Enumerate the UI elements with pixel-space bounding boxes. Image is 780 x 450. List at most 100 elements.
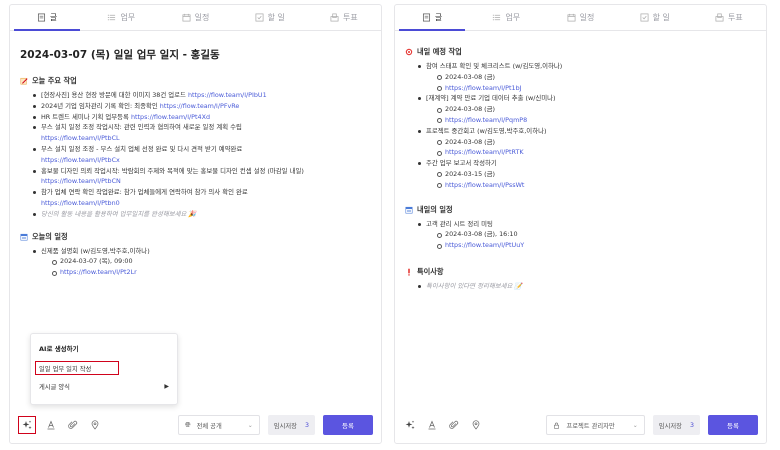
editor-toolbar: 🌐︎ 전체 공개 ⌄ 임시저장 3 등록 — [10, 407, 381, 443]
tab-post[interactable]: 글 — [395, 5, 469, 31]
tab-schedule[interactable]: 일정 — [543, 5, 617, 30]
sub-item-date: 2024-03-15 (금) — [436, 169, 756, 180]
exclamation-icon — [408, 268, 410, 276]
section-title-text: 내일의 일정 — [417, 204, 453, 214]
schedule-link[interactable]: https://flow.team/l/PtUuY — [445, 241, 524, 249]
sub-list: 2024-03-08 (금) https://flow.team/l/PqmP8 — [436, 104, 756, 126]
section-title-text: 내일 예정 작업 — [417, 47, 462, 56]
paperclip-icon — [449, 420, 459, 429]
memo-icon — [20, 77, 28, 85]
task-link[interactable]: https://flow.team/l/PqmP8 — [445, 116, 527, 124]
notes-list: 특이사항이 있다면 정리해보세요 📝 — [417, 281, 756, 292]
section-tomorrow-tasks: 내일 예정 작업 참여 스태프 확인 및 체크리스트 (w/김도영,이하나) 2… — [405, 47, 756, 191]
section-title-text: 오늘 주요 작업 — [32, 76, 77, 85]
task-link[interactable]: https://flow.team/l/PIbU1 — [188, 91, 267, 99]
list-item-text: 신제품 설명회 (w/김도영,박주호,이하나) — [41, 246, 150, 255]
hint-text: 당신의 활동 내용을 활용하여 업무일지를 완성해보세요 🎉 — [41, 209, 197, 218]
ai-generate-button[interactable] — [403, 418, 417, 432]
calendar-icon — [20, 233, 28, 241]
section-tomorrow-schedule: 내일의 일정 고객 관리 시트 정리 미팅 2024-03-08 (금), 16… — [405, 205, 756, 251]
list-item: 프로젝트 중간회고 (w/김도영,박주호,이하나) 2024-03-08 (금)… — [417, 126, 756, 158]
lock-icon — [554, 422, 560, 429]
sub-list: 2024-03-08 (금) https://flow.team/l/Pt1bJ — [436, 72, 756, 94]
task-list: 참여 스태프 확인 및 체크리스트 (w/김도영,이하나) 2024-03-08… — [417, 61, 756, 191]
list-item: 부스 설치 일정 조정 - 부스 설치 업체 선정 완료 및 다시 견적 받기 … — [32, 144, 371, 166]
save-draft-button[interactable]: 임시저장 3 — [652, 415, 700, 435]
text-format-button[interactable] — [425, 418, 439, 432]
sub-list: 2024-03-08 (금), 16:10 https://flow.team/… — [436, 229, 756, 251]
list-item-text: 주간 업무 보고서 작성하기 — [426, 159, 497, 168]
sub-item-date: 2024-03-08 (금) — [436, 104, 756, 115]
calendar-icon — [405, 206, 413, 214]
text-format-icon — [47, 420, 55, 430]
editor-body[interactable]: 내일 예정 작업 참여 스태프 확인 및 체크리스트 (w/김도영,이하나) 2… — [395, 32, 766, 407]
task-link[interactable]: https://flow.team/l/Pt1bJ — [445, 84, 522, 92]
list-item-text: 2024년 기업 임차관리 기록 확인: 최종확인 — [41, 101, 160, 110]
visibility-value: 전체 공개 — [196, 422, 222, 430]
save-draft-button[interactable]: 임시저장 3 — [267, 415, 315, 435]
tab-todo[interactable]: 할 일 — [233, 5, 307, 30]
list-item-text: 고객 관리 시트 정리 미팅 — [426, 219, 493, 228]
text-format-button[interactable] — [44, 418, 58, 432]
submit-button[interactable]: 등록 — [708, 415, 758, 435]
popup-title: AI로 생성하기 — [39, 345, 79, 353]
document-icon — [422, 13, 430, 22]
draft-label: 임시저장 — [273, 422, 297, 430]
list-item-text: 참여 스태프 확인 및 체크리스트 (w/김도영,이하나) — [426, 62, 563, 70]
list-item: 2024년 기업 임차관리 기록 확인: 최종확인 https://flow.t… — [32, 101, 371, 112]
page: 글 업무 일정 할 일 투표 2024-03-07 (목) 일일 업무 일지 -… — [0, 0, 780, 450]
task-link[interactable]: https://flow.team/l/PssWt — [445, 181, 524, 189]
list-item: [재계약] 계약 만료 기업 데이터 추출 (w/신미나) 2024-03-08… — [417, 93, 756, 125]
tab-post[interactable]: 글 — [10, 5, 84, 31]
list-item: 참여 스태프 확인 및 체크리스트 (w/김도영,이하나) 2024-03-08… — [417, 61, 756, 93]
right-editor-panel: 글 업무 일정 할 일 투표 내일 예정 작업 참여 스태프 확인 및 체크리스… — [394, 4, 767, 444]
tab-vote[interactable]: 투표 — [692, 5, 766, 30]
attach-button[interactable] — [66, 418, 80, 432]
ai-generate-button[interactable] — [18, 416, 36, 434]
draft-count: 3 — [304, 421, 309, 429]
list-icon — [108, 14, 116, 21]
visibility-value: 프로젝트 관리자만 — [566, 422, 615, 430]
sub-item-link: https://flow.team/l/Pt2Lr — [51, 267, 371, 278]
visibility-select[interactable]: 프로젝트 관리자만 ⌄ — [546, 415, 645, 435]
task-link[interactable]: https://flow.team/l/Ptbn0 — [41, 199, 120, 207]
task-link[interactable]: https://flow.team/l/PtbCN — [41, 177, 121, 185]
task-link[interactable]: https://flow.team/l/Pt4Xd — [131, 113, 210, 121]
visibility-select[interactable]: 🌐︎ 전체 공개 ⌄ — [177, 415, 260, 435]
sub-item-date: 2024-03-08 (금), 16:10 — [436, 229, 756, 240]
schedule-link[interactable]: https://flow.team/l/Pt2Lr — [60, 268, 137, 276]
submenu-arrow-icon: ▶ — [164, 382, 169, 390]
daily-log-menu-item[interactable]: 일일 업무 일지 작성 — [35, 361, 119, 375]
sub-item-link: https://flow.team/l/Pt1bJ — [436, 83, 756, 94]
list-icon — [493, 14, 501, 21]
tab-post-label: 글 — [434, 13, 443, 22]
attach-button[interactable] — [447, 418, 461, 432]
location-button[interactable] — [469, 418, 483, 432]
tab-task-label: 업무 — [505, 13, 521, 22]
list-item: 참가 업체 연락 확인 작업완료: 참가 업체들에게 연락하여 참가 의사 확인… — [32, 187, 371, 209]
submit-button[interactable]: 등록 — [323, 415, 373, 435]
sub-list: 2024-03-15 (금) https://flow.team/l/PssWt — [436, 169, 756, 191]
task-link[interactable]: https://flow.team/l/PtbCx — [41, 156, 120, 164]
task-link[interactable]: https://flow.team/l/PFvRe — [160, 102, 240, 110]
sub-item-date: 2024-03-08 (금) — [436, 72, 756, 83]
schedule-list: 신제품 설명회 (w/김도영,박주호,이하나) 2024-03-07 (목), … — [32, 246, 371, 278]
location-button[interactable] — [88, 418, 102, 432]
post-template-menu-item[interactable]: 게시글 양식 ▶ — [39, 379, 169, 393]
draft-count: 3 — [689, 421, 694, 429]
tab-task[interactable]: 업무 — [84, 5, 158, 30]
tab-vote[interactable]: 투표 — [307, 5, 381, 30]
post-type-tabs: 글 업무 일정 할 일 투표 — [395, 5, 766, 31]
tab-schedule[interactable]: 일정 — [158, 5, 232, 30]
sub-item-link: https://flow.team/l/PssWt — [436, 180, 756, 191]
sub-list: 2024-03-07 (목), 09:00 https://flow.team/… — [51, 256, 371, 278]
tab-task[interactable]: 업무 — [469, 5, 543, 30]
paperclip-icon — [68, 420, 78, 429]
tab-vote-label: 투표 — [728, 13, 743, 22]
task-link[interactable]: https://flow.team/l/PtRTK — [445, 148, 524, 156]
list-item-text: 부스 설치 일정 조정 작업시작: 관련 인력과 협의하여 새로운 일정 계획 … — [41, 123, 242, 132]
page-title: 2024-03-07 (목) 일일 업무 일지 - 홍길동 — [20, 49, 220, 61]
task-link[interactable]: https://flow.team/l/PtbCL — [41, 134, 120, 142]
document-icon — [37, 13, 45, 22]
tab-todo[interactable]: 할 일 — [618, 5, 692, 30]
